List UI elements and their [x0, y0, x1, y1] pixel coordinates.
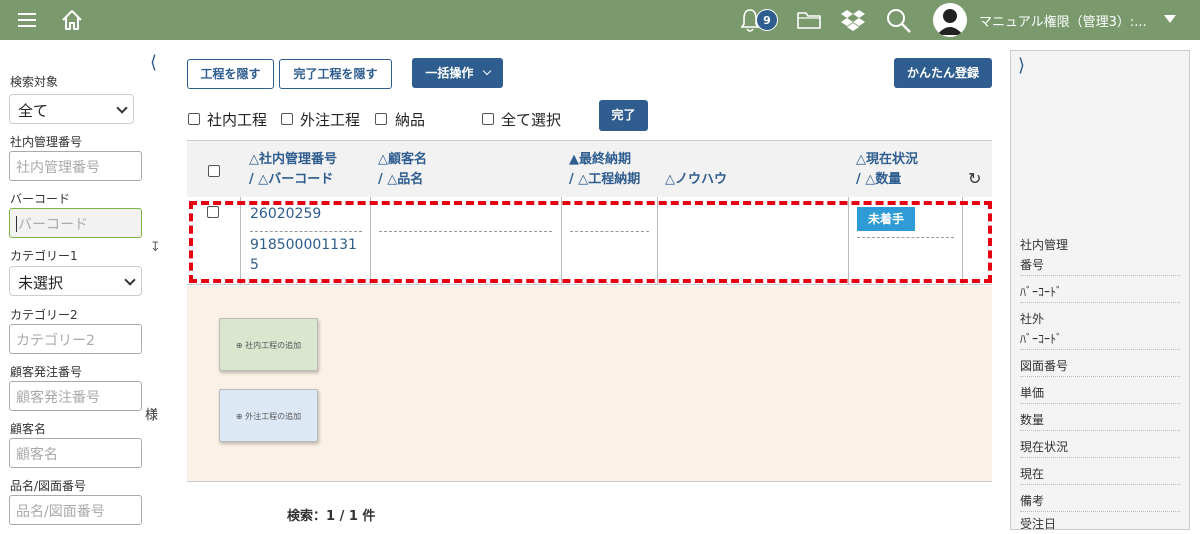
- customer-suffix: 様: [145, 408, 159, 423]
- highlight-frame: [189, 201, 992, 283]
- plus-circle-icon: ⊕: [235, 412, 246, 421]
- easy-register-button[interactable]: かんたん登録: [894, 58, 992, 88]
- detail-item: ﾊﾞｰｺｰﾄﾞ: [1020, 282, 1180, 303]
- detail-item: 図面番号: [1020, 356, 1180, 377]
- customer-label: 顧客名: [10, 422, 47, 436]
- bulk-action-button[interactable]: 一括操作: [412, 58, 503, 88]
- detail-item: 現在状況: [1020, 437, 1180, 458]
- select-all-checkbox[interactable]: [482, 113, 494, 125]
- folder-icon[interactable]: [796, 10, 822, 30]
- select-all-label: 全て選択: [501, 111, 562, 129]
- filter-internal-checkbox[interactable]: [188, 113, 200, 125]
- bulk-action-label: 一括操作: [425, 66, 474, 80]
- internal-no-input[interactable]: 社内管理番号: [9, 151, 142, 181]
- chevron-down-icon: [116, 102, 128, 114]
- filter-external-label: 外注工程: [300, 111, 361, 129]
- category2-input[interactable]: カテゴリー2: [9, 324, 142, 354]
- barcode-placeholder: バーコード: [18, 217, 88, 233]
- category1-value: 未選択: [18, 274, 64, 292]
- chevron-down-icon: [482, 66, 491, 76]
- add-external-process-label: 外注工程の追加: [245, 412, 302, 421]
- col-quantity-sort[interactable]: / △数量: [856, 170, 901, 190]
- reload-icon[interactable]: ↻: [968, 169, 981, 188]
- col-final-deadline-sort[interactable]: ▲最終納期: [569, 150, 631, 170]
- barcode-input[interactable]: バーコード: [9, 208, 142, 238]
- home-icon[interactable]: [60, 8, 84, 32]
- detail-item: 受注日: [1020, 517, 1057, 531]
- add-internal-process-button[interactable]: ⊕ 社内工程の追加: [219, 318, 318, 371]
- col-customer-sort[interactable]: △顧客名: [378, 150, 427, 170]
- detail-item: 数量: [1020, 410, 1180, 431]
- category2-label: カテゴリー2: [10, 308, 78, 322]
- detail-item: 番号: [1020, 255, 1180, 276]
- result-count: 検索：1 / 1 件: [287, 509, 376, 524]
- text-cursor: [16, 216, 17, 232]
- top-bar: 9 マニュアル権限（管理3）:...: [0, 0, 1200, 40]
- barcode-label: バーコード: [10, 192, 71, 206]
- customer-input[interactable]: 顧客名: [9, 438, 142, 468]
- collapse-left-icon[interactable]: ⟨: [150, 52, 157, 73]
- detail-item: 現在: [1020, 464, 1180, 485]
- search-target-select[interactable]: 全て: [9, 94, 134, 124]
- detail-item: 単価: [1020, 383, 1180, 404]
- detail-item: 社外: [1020, 312, 1045, 326]
- col-internal-no-sort[interactable]: △社内管理番号: [249, 150, 337, 170]
- search-target-value: 全て: [18, 102, 49, 120]
- search-target-label: 検索対象: [10, 75, 59, 89]
- notification-badge[interactable]: 9: [756, 9, 778, 31]
- filter-external-checkbox[interactable]: [281, 113, 293, 125]
- process-drop-zone: [187, 286, 992, 482]
- customer-order-input[interactable]: 顧客発注番号: [9, 381, 142, 411]
- plus-circle-icon: ⊕: [235, 341, 246, 350]
- detail-item: 備考: [1020, 491, 1180, 512]
- col-barcode-sort[interactable]: / △バーコード: [249, 170, 333, 190]
- done-button[interactable]: 完了: [599, 100, 648, 131]
- add-external-process-button[interactable]: ⊕ 外注工程の追加: [219, 389, 318, 442]
- user-name[interactable]: マニュアル権限（管理3）:...: [979, 11, 1147, 30]
- expand-panel-icon[interactable]: ⟩: [1018, 55, 1025, 76]
- col-product-sort[interactable]: / △品名: [378, 170, 423, 190]
- detail-item: 社内管理: [1020, 238, 1069, 252]
- sort-down-icon[interactable]: ↧: [150, 240, 161, 255]
- col-knowhow-sort[interactable]: △ノウハウ: [665, 170, 727, 190]
- hide-process-button[interactable]: 工程を隠す: [187, 59, 274, 89]
- col-status-sort[interactable]: △現在状況: [856, 150, 918, 170]
- filter-delivery-label: 納品: [395, 111, 426, 129]
- user-menu-caret-icon[interactable]: [1164, 15, 1176, 23]
- dropbox-icon[interactable]: [840, 8, 866, 32]
- filter-internal-label: 社内工程: [207, 111, 268, 129]
- add-internal-process-label: 社内工程の追加: [245, 341, 302, 350]
- product-input[interactable]: 品名/図面番号: [9, 495, 142, 525]
- col-process-deadline-sort[interactable]: / △工程納期: [569, 170, 640, 190]
- customer-order-label: 顧客発注番号: [10, 365, 83, 379]
- search-icon[interactable]: [885, 7, 913, 35]
- chevron-down-icon: [124, 274, 136, 286]
- internal-no-label: 社内管理番号: [10, 135, 83, 149]
- hide-done-process-button[interactable]: 完了工程を隠す: [279, 59, 392, 89]
- header-select-checkbox[interactable]: [208, 165, 220, 177]
- user-avatar-icon[interactable]: [933, 3, 967, 37]
- category1-select[interactable]: 未選択: [9, 266, 142, 296]
- detail-item: ﾊﾞｰｺｰﾄﾞ: [1020, 329, 1180, 350]
- product-label: 品名/図面番号: [10, 479, 87, 493]
- menu-icon[interactable]: [17, 11, 37, 29]
- category1-label: カテゴリー1: [10, 249, 78, 263]
- filter-delivery-checkbox[interactable]: [375, 113, 387, 125]
